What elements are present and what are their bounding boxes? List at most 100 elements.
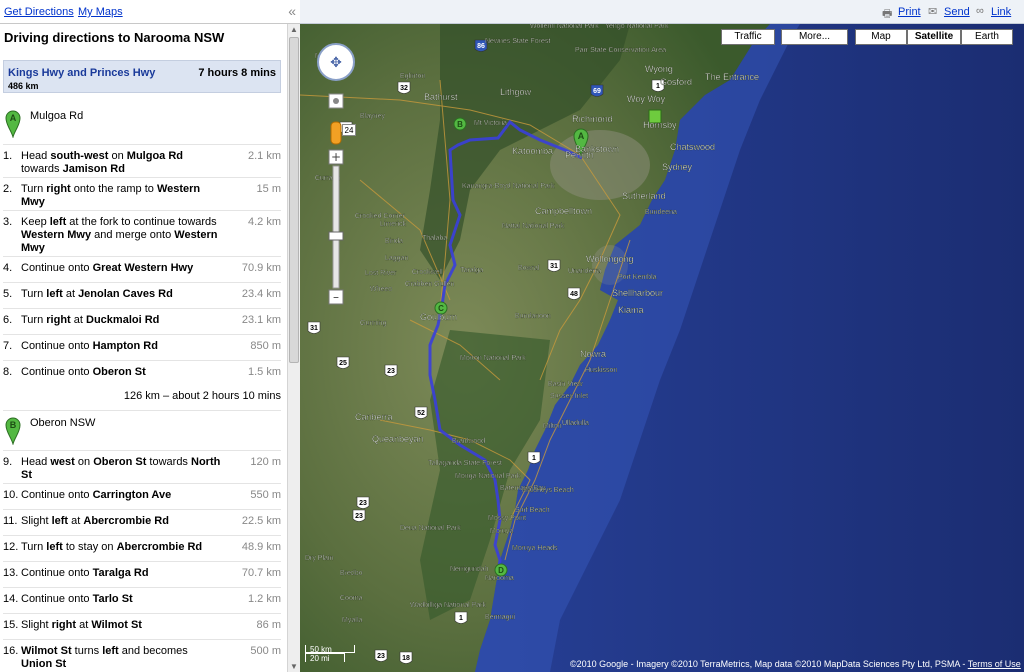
step-distance: 86 m: [256, 619, 281, 631]
step-distance: 1.2 km: [247, 593, 281, 605]
step-number: 6.: [3, 314, 13, 326]
direction-step[interactable]: 15. Slight right at Wilmot St 86 m: [3, 613, 281, 639]
urban-area: [550, 130, 650, 200]
step-distance: 850 m: [250, 340, 281, 352]
place-label: Queanbeyan: [372, 434, 424, 444]
direction-step[interactable]: 13. Continue onto Taralga Rd 70.7 km: [3, 561, 281, 587]
step-text: Turn right at Duckmaloi Rd: [21, 314, 160, 326]
place-label: Surf Beach: [515, 507, 550, 514]
direction-step[interactable]: 16. Wilmot St turns left and becomes Unio…: [3, 639, 281, 672]
place-label: Maloneys Beach: [522, 487, 574, 494]
terms-of-use-link[interactable]: Terms of Use: [968, 659, 1021, 669]
step-distance: 550 m: [250, 489, 281, 501]
direction-step[interactable]: 2. Turn right onto the ramp to Western Mw…: [3, 177, 281, 210]
place-label: Crooked Corner: [355, 213, 405, 220]
step-distance: 22.5 km: [241, 515, 281, 527]
highway-shield-icon: 23: [384, 364, 398, 377]
place-label: Crookwell: [412, 269, 443, 276]
place-label: Richmond: [572, 114, 613, 124]
highway-shield-icon: 1: [527, 451, 541, 464]
direction-step[interactable]: 7. Continue onto Hampton Rd 850 m: [3, 334, 281, 360]
pan-zoom-control[interactable]: ✥ + –: [314, 42, 358, 312]
step-text: Continue onto Taralga Rd: [21, 567, 149, 579]
direction-step[interactable]: 6. Turn right at Duckmaloi Rd 23.1 km: [3, 308, 281, 334]
step-text: Continue onto Oberon St: [21, 366, 146, 378]
route-distance: 486 km: [8, 81, 39, 91]
place-label: Parr State Conservation Area: [575, 47, 666, 54]
map-view[interactable]: A B C D 8632691243131482523521232311823 …: [300, 0, 1024, 672]
place-label: Chatswood: [670, 142, 715, 152]
place-label: Sussex Inlet: [550, 393, 588, 400]
highway-shield-icon: 23: [352, 509, 366, 522]
waypoint-a-name: Mulgoa Rd: [30, 110, 84, 122]
direction-step[interactable]: 5. Turn left at Jenolan Caves Rd 23.4 km: [3, 282, 281, 308]
place-label: Bankstown: [575, 144, 619, 154]
step-distance: 500 m: [250, 645, 281, 657]
svg-text:1: 1: [532, 455, 536, 462]
highway-shield-icon: 69: [590, 84, 604, 97]
direction-step[interactable]: 1. Head south-west on Mulgoa Rd towards J…: [3, 144, 281, 177]
send-link[interactable]: Send: [944, 6, 970, 18]
map-type-button[interactable]: Map: [855, 29, 907, 45]
place-label: Yengo National Park: [605, 23, 669, 30]
link-link[interactable]: Link: [991, 6, 1011, 18]
scale-km: 50 km: [305, 645, 355, 654]
link-icon[interactable]: ∞: [976, 5, 984, 17]
direction-step[interactable]: 12. Turn left to stay on Abercrombie Rd 48…: [3, 535, 281, 561]
route-summary[interactable]: Kings Hwy and Princes Hwy 7 hours 8 mins…: [3, 60, 281, 93]
place-label: Wollemi National Park: [530, 23, 599, 30]
send-icon[interactable]: ✉: [928, 5, 937, 18]
collapse-panel-icon[interactable]: «: [288, 3, 296, 19]
place-label: Moruya Heads: [512, 545, 558, 552]
svg-text:52: 52: [417, 410, 425, 417]
place-label: Goulburn: [420, 312, 457, 322]
pan-arrows-icon: ✥: [330, 55, 342, 71]
scroll-up-icon[interactable]: ▲: [290, 25, 298, 34]
highway-shield-icon: 25: [336, 356, 350, 369]
place-label: Thalaba: [422, 235, 447, 242]
directions-scrollbar[interactable]: ▲ ▼: [287, 24, 300, 672]
scroll-thumb[interactable]: [289, 37, 299, 363]
place-label: Bundeena: [645, 209, 677, 216]
place-label: Wheeo: [370, 286, 392, 293]
svg-text:25: 25: [339, 360, 347, 367]
print-icon[interactable]: 🖶: [882, 5, 892, 24]
direction-step[interactable]: 11. Slight left at Abercrombie Rd 22.5 km: [3, 509, 281, 535]
earth-type-button[interactable]: Earth: [961, 29, 1013, 45]
map-scale: 50 km 20 mi: [305, 645, 355, 663]
place-label: Nowra: [580, 349, 606, 359]
satellite-map[interactable]: A B C D 8632691243131482523521232311823 …: [300, 0, 1024, 672]
highway-shield-icon: 32: [397, 81, 411, 94]
route-name: Kings Hwy and Princes Hwy: [8, 67, 156, 79]
scroll-down-icon[interactable]: ▼: [290, 662, 298, 671]
route-time: 7 hours 8 mins: [198, 67, 276, 79]
place-label: Tallaganda State Forest: [428, 460, 502, 467]
get-directions-link[interactable]: Get Directions: [4, 6, 74, 18]
step-text: Turn right onto the ramp to Western Mwy: [21, 183, 201, 208]
my-maps-link[interactable]: My Maps: [78, 6, 123, 18]
step-text: Turn left to stay on Abercrombie Rd: [21, 541, 203, 553]
route-marker-b[interactable]: B: [453, 117, 467, 131]
direction-step[interactable]: 14. Continue onto Tarlo St 1.2 km: [3, 587, 281, 613]
waypoint-a[interactable]: A Mulgoa Rd: [3, 104, 281, 144]
traffic-button[interactable]: Traffic: [721, 29, 775, 45]
direction-step[interactable]: 10. Continue onto Carrington Ave 550 m: [3, 483, 281, 509]
place-label: Huskisson: [585, 367, 617, 374]
directions-list: Driving directions to Narooma NSW Kings …: [0, 24, 287, 672]
place-label: Laggan: [385, 255, 408, 262]
place-label: Monga National Park: [455, 473, 521, 480]
print-link[interactable]: Print: [898, 6, 921, 18]
place-label: Morton National Park: [460, 355, 526, 362]
direction-step[interactable]: 4. Continue onto Great Western Hwy 70.9 km: [3, 256, 281, 282]
direction-step[interactable]: 8. Continue onto Oberon St 1.5 km: [3, 360, 281, 386]
direction-step[interactable]: 3. Keep left at the fork to continue towa…: [3, 210, 281, 256]
place-label: Port Kembla: [618, 274, 657, 281]
direction-step[interactable]: 9. Head west on Oberon St towards North S…: [3, 450, 281, 483]
more-button[interactable]: More...: [781, 29, 848, 45]
waypoint-b[interactable]: B Oberon NSW: [3, 410, 281, 450]
place-label: Cooma: [340, 595, 363, 602]
place-label: Taralga: [460, 267, 483, 274]
satellite-type-button[interactable]: Satellite: [907, 29, 961, 45]
place-label: Bowral: [518, 265, 540, 272]
place-label: Nattai National Park: [502, 223, 565, 230]
